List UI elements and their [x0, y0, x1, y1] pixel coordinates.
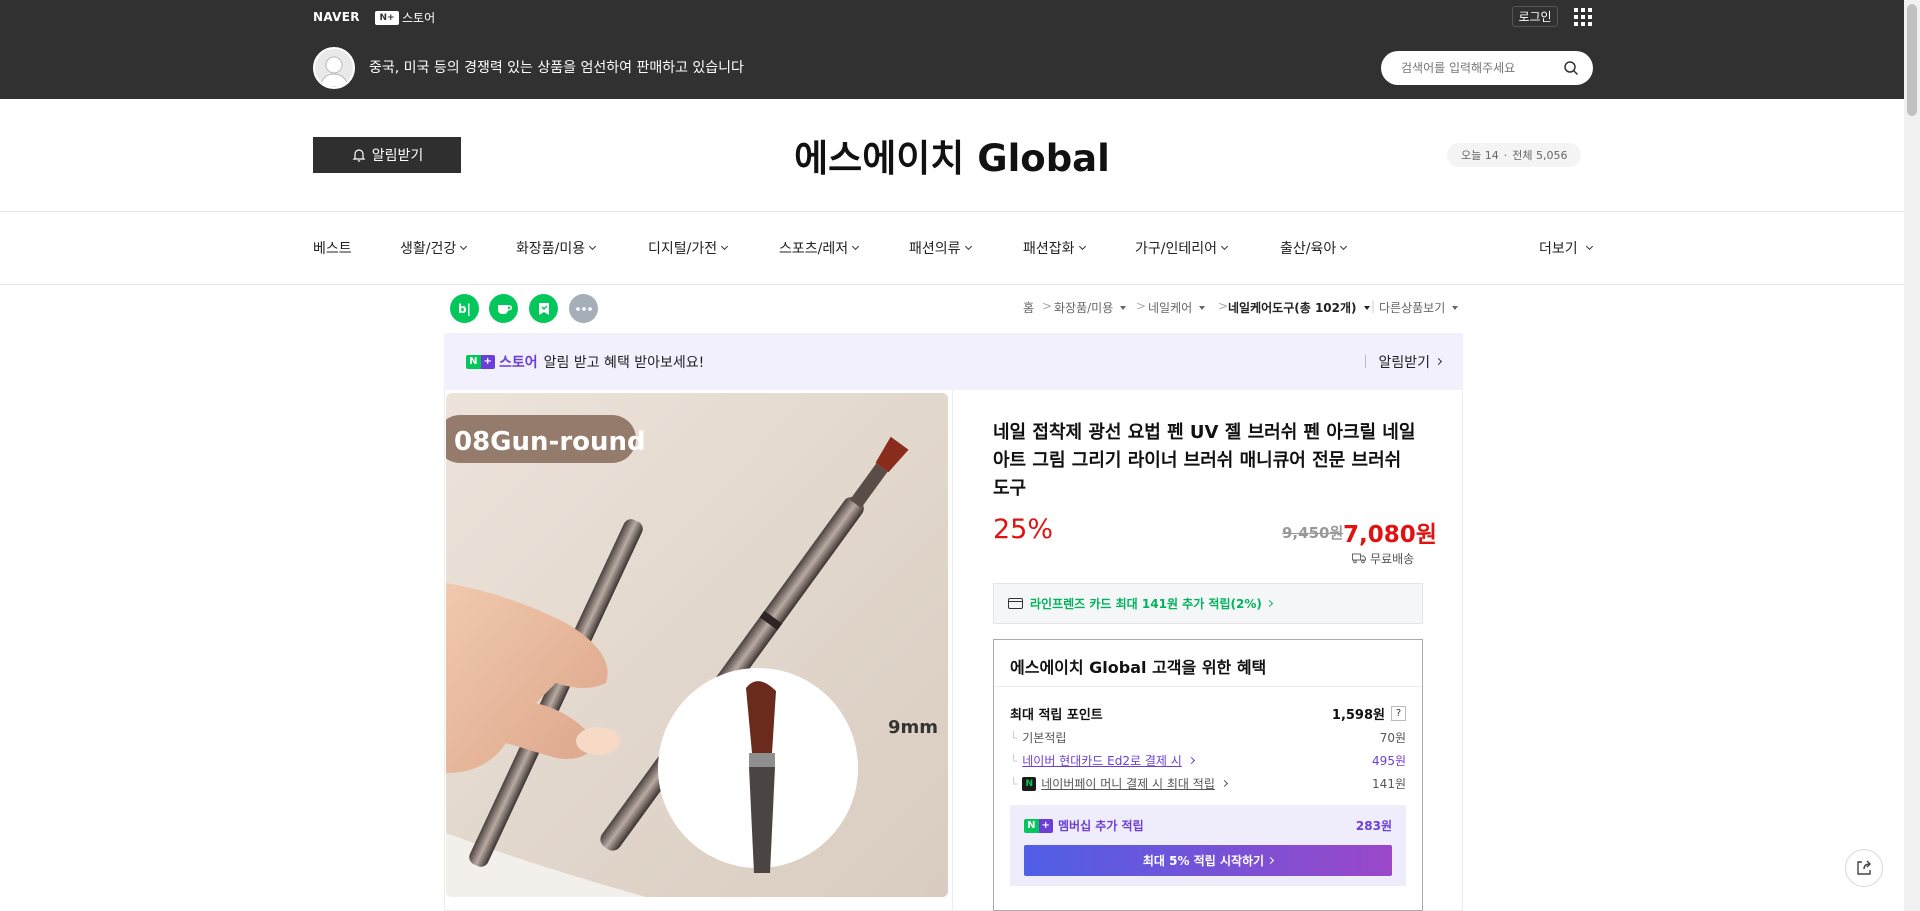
max-points-row: 최대 적립 포인트 1,598원? — [1010, 704, 1406, 723]
nplus-badge: N+ — [375, 10, 399, 25]
chevron-down-icon — [1078, 242, 1086, 251]
image-size-label: 9mm — [888, 717, 938, 738]
breadcrumb-sep: > — [1218, 299, 1229, 313]
nav-item-furniture[interactable]: 가구/인테리어 — [1135, 238, 1229, 258]
search-input[interactable] — [1401, 61, 1561, 75]
caret-down-icon — [1199, 305, 1206, 310]
visit-counter: 오늘 14 · 전체 5,056 — [1447, 143, 1582, 167]
breadcrumb-c2[interactable]: 네일케어 — [1148, 299, 1206, 316]
max-points-label: 최대 적립 포인트 — [1010, 708, 1103, 723]
login-button[interactable]: 로그인 — [1512, 6, 1558, 27]
share-icon — [1857, 860, 1871, 875]
breadcrumb-sep: | — [1371, 299, 1376, 313]
breadcrumb-other[interactable]: 다른상품보기 — [1379, 299, 1459, 316]
nav-item-fashion[interactable]: 패션의류 — [909, 238, 972, 258]
notify-banner: N + 스토어 알림 받고 혜택 받아보세요! 알림받기 — [444, 333, 1463, 390]
divider — [952, 390, 953, 911]
chevron-down-icon — [1585, 242, 1593, 251]
chevron-down-icon — [852, 242, 860, 251]
search-box[interactable] — [1381, 51, 1593, 85]
visits-total: 전체 5,056 — [1512, 149, 1568, 162]
shipping-info: 무료배송 — [1352, 550, 1414, 567]
nav-item-beauty[interactable]: 화장품/미용 — [516, 238, 597, 258]
chevron-right-icon — [1187, 756, 1195, 765]
chevron-down-icon — [721, 242, 729, 251]
banner-store-label: 스토어 — [499, 354, 538, 371]
sale-price: 7,080원 — [1343, 522, 1437, 548]
banner-text: 알림 받고 혜택 받아보세요! — [543, 354, 705, 371]
chevron-down-icon — [589, 242, 597, 251]
chevron-down-icon — [460, 242, 468, 251]
original-price: 9,450원 — [1282, 524, 1344, 542]
visits-today: 오늘 14 — [1461, 149, 1499, 162]
nav-item-best[interactable]: 베스트 — [313, 238, 352, 258]
caret-down-icon — [1452, 305, 1459, 310]
truck-icon — [1352, 553, 1366, 564]
store-avatar — [313, 47, 355, 89]
chevron-right-icon — [1220, 779, 1228, 788]
caret-down-icon — [1120, 305, 1127, 310]
caret-down-icon — [1363, 305, 1370, 310]
banner-notify-button[interactable]: 알림받기 — [1378, 352, 1443, 372]
divider — [0, 211, 1904, 212]
nplus-badge: N+ — [466, 354, 495, 369]
benefit-row-basic: └ 기본적립 70원 — [1010, 730, 1406, 746]
discount-rate: 25% — [993, 514, 1054, 545]
scrollbar-track[interactable] — [1904, 0, 1920, 911]
store-title[interactable]: 에스에이치 Global — [0, 128, 1904, 182]
nav-item-digital[interactable]: 디지털/가전 — [648, 238, 729, 258]
max-points-value: 1,598원 — [1331, 708, 1385, 723]
blog-share-icon[interactable]: b| — [450, 294, 479, 323]
chevron-right-icon — [1267, 856, 1275, 865]
naver-store-logo[interactable]: N+ 스토어 — [375, 9, 435, 26]
bookmark-share-icon[interactable] — [529, 294, 558, 323]
naver-logo[interactable]: NAVER — [313, 10, 360, 24]
store-slogan: 중국, 미국 등의 경쟁력 있는 상품을 엄선하여 판매하고 있습니다 — [369, 60, 744, 76]
breadcrumb-c1[interactable]: 화장품/미용 — [1054, 299, 1127, 316]
scrollbar-thumb[interactable] — [1907, 4, 1917, 116]
more-share-icon[interactable] — [569, 294, 598, 323]
share-button[interactable] — [1845, 849, 1883, 887]
start-membership-button[interactable]: 최대 5% 적립 시작하기 — [1024, 845, 1392, 876]
top-bar — [0, 0, 1904, 99]
credit-card-icon — [1008, 598, 1023, 609]
divider — [0, 284, 1904, 285]
npay-icon: N — [1022, 776, 1037, 791]
divider — [994, 686, 1422, 687]
product-image[interactable]: 08Gun-round 9mm — [446, 393, 948, 897]
breadcrumb-c3[interactable]: 네일케어도구(총 102개) — [1228, 299, 1370, 316]
nplus-badge: N+ — [1024, 818, 1053, 833]
cafe-share-icon[interactable] — [489, 294, 518, 323]
help-icon[interactable]: ? — [1391, 706, 1406, 721]
chevron-down-icon — [1340, 242, 1348, 251]
nav-item-accessories[interactable]: 패션잡화 — [1023, 238, 1086, 258]
apps-grid-icon[interactable] — [1574, 8, 1592, 26]
search-icon[interactable] — [1563, 60, 1579, 76]
card-benefit[interactable]: 라인프렌즈 카드 최대 141원 추가 적립(2%) — [993, 583, 1423, 624]
nav-item-baby[interactable]: 출산/육아 — [1280, 238, 1348, 258]
chevron-right-icon — [1265, 599, 1273, 608]
breadcrumb-sep: > — [1136, 299, 1147, 313]
benefit-title: 에스에이치 Global 고객을 위한 혜택 — [1010, 658, 1267, 677]
breadcrumb-home[interactable]: 홈 — [1023, 299, 1034, 316]
nav-item-sports[interactable]: 스포츠/레저 — [779, 238, 860, 258]
nav-more[interactable]: 더보기 — [1539, 238, 1593, 258]
breadcrumb-sep: > — [1042, 299, 1053, 313]
product-title: 네일 접착제 광선 요법 펜 UV 젤 브러쉬 펜 아크릴 네일 아트 그림 그… — [993, 422, 1416, 499]
membership-row: N + 멤버십 추가 적립 283원 — [1024, 817, 1392, 834]
nstore-label: 스토어 — [402, 11, 436, 25]
image-tag: 08Gun-round — [454, 427, 646, 457]
chevron-down-icon — [1220, 242, 1229, 251]
benefit-row-npay[interactable]: └ N 네이버페이 머니 결제 시 최대 적립 141원 — [1010, 775, 1406, 792]
benefit-row-card[interactable]: └ 네이버 현대카드 Ed2로 결제 시 495원 — [1010, 752, 1406, 769]
chevron-down-icon — [964, 242, 972, 251]
chevron-right-icon — [1434, 357, 1443, 366]
nav-item-living[interactable]: 생활/건강 — [400, 238, 468, 258]
